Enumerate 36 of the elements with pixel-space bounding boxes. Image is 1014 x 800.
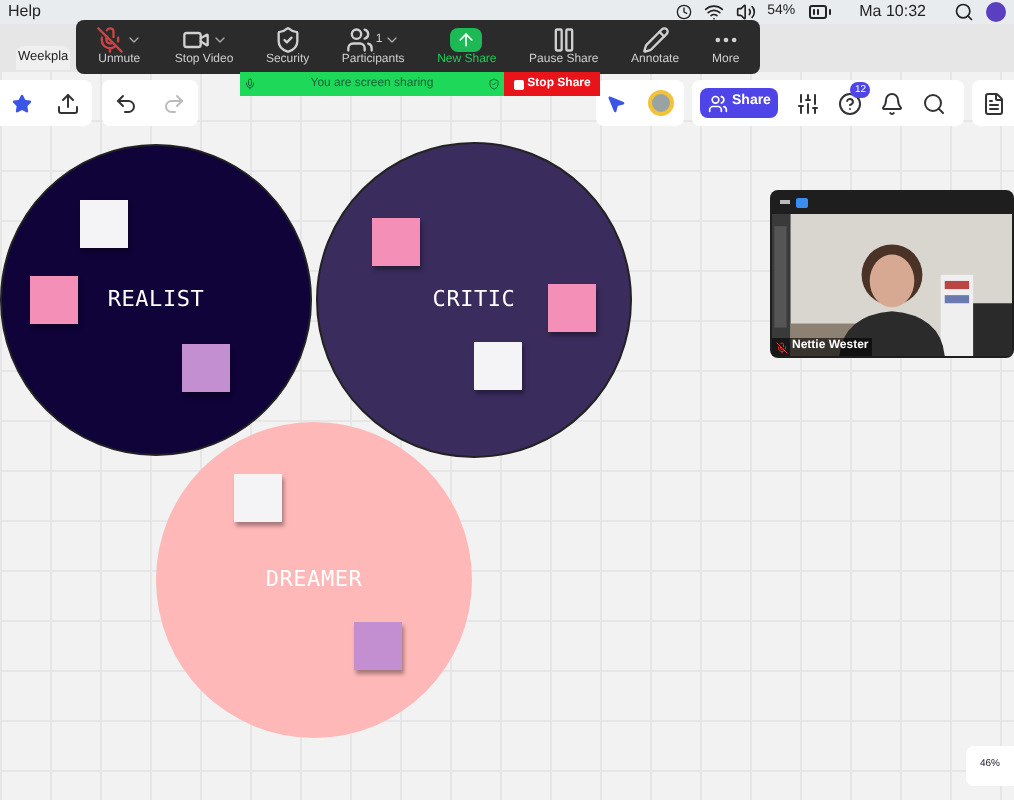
camera-icon <box>181 26 210 54</box>
circle-label: CRITIC <box>432 283 516 316</box>
wifi-icon[interactable] <box>703 2 724 22</box>
bell-icon[interactable] <box>880 91 905 115</box>
caret-icon[interactable] <box>384 32 401 48</box>
undo-icon[interactable] <box>114 91 138 115</box>
caret-icon[interactable] <box>211 32 228 48</box>
battery-icon[interactable] <box>807 0 832 24</box>
cursor-icon[interactable] <box>606 93 627 113</box>
pencil-icon <box>641 26 670 54</box>
stop-icon <box>513 79 524 89</box>
clock-icon[interactable] <box>675 4 692 20</box>
document-icon[interactable] <box>981 91 1005 115</box>
sliders-icon[interactable] <box>796 91 821 115</box>
muted-microphone-icon <box>96 26 125 54</box>
help-icon[interactable] <box>838 91 863 115</box>
star-icon[interactable] <box>12 93 32 113</box>
avatar[interactable] <box>647 90 674 116</box>
microphone-icon <box>244 78 256 90</box>
window-icon[interactable] <box>796 197 808 207</box>
shield-icon <box>488 78 500 90</box>
menu-item[interactable]: Help <box>8 0 41 24</box>
volume-icon[interactable] <box>735 2 756 22</box>
upload-icon[interactable] <box>56 91 80 115</box>
people-icon <box>345 26 374 54</box>
people-icon <box>708 93 728 113</box>
pause-icon <box>549 26 578 54</box>
search-icon[interactable] <box>954 2 974 22</box>
menu-clock[interactable]: Ma 10:32 <box>859 0 926 24</box>
shield-icon <box>273 26 302 54</box>
arrow-up-icon <box>450 28 483 52</box>
user-icon[interactable] <box>986 2 1006 22</box>
circle-label: DREAMER <box>265 563 363 596</box>
circle-label: REALIST <box>107 283 205 316</box>
caret-icon[interactable] <box>126 32 143 48</box>
search-icon[interactable] <box>922 91 947 115</box>
